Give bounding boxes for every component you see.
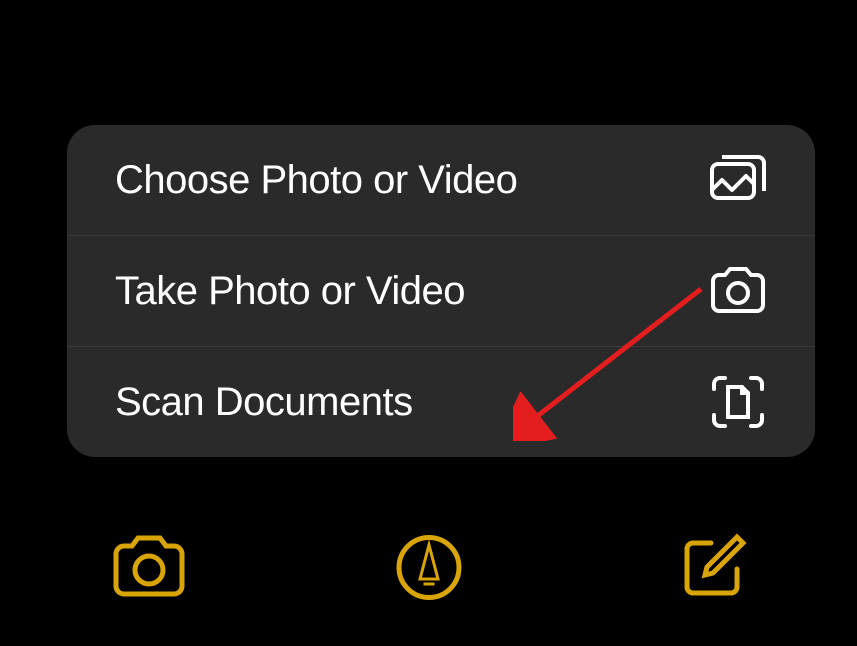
markup-button[interactable] <box>396 535 461 605</box>
camera-icon <box>709 264 767 318</box>
menu-item-label: Scan Documents <box>115 380 413 425</box>
choose-photo-menu-item[interactable]: Choose Photo or Video <box>67 125 815 236</box>
scan-documents-menu-item[interactable]: Scan Documents <box>67 347 815 457</box>
attachment-menu: Choose Photo or Video Take Photo or Vide… <box>67 125 815 457</box>
gallery-icon <box>709 153 767 207</box>
scan-document-icon <box>709 375 767 429</box>
camera-button[interactable] <box>110 528 188 611</box>
compose-button[interactable] <box>679 533 747 606</box>
bottom-toolbar <box>0 528 857 611</box>
take-photo-menu-item[interactable]: Take Photo or Video <box>67 236 815 347</box>
menu-item-label: Take Photo or Video <box>115 269 465 314</box>
menu-item-label: Choose Photo or Video <box>115 158 517 203</box>
